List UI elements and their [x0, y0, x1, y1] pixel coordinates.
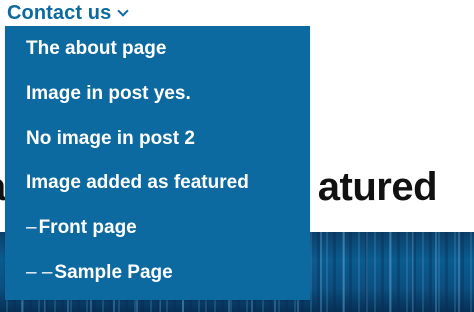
submenu-item-image-added-featured[interactable]: Image added as featured [26, 168, 249, 198]
submenu-item-no-image-in-post[interactable]: No image in post 2 [26, 124, 195, 154]
submenu-item-label: Image added as featured [26, 172, 249, 193]
submenu-item-sample-page[interactable]: – – Sample Page [26, 258, 173, 288]
submenu-item-label: The about page [26, 38, 167, 59]
indent-dash: – [26, 217, 37, 238]
contact-us-label: Contact us [7, 1, 112, 24]
chevron-down-icon [117, 5, 130, 17]
submenu-item-label: No image in post 2 [26, 128, 195, 149]
submenu-dropdown: The about page Image in post yes. No ima… [5, 26, 310, 300]
submenu-item-about-page[interactable]: The about page [26, 34, 166, 64]
indent-dash: – – [26, 262, 53, 283]
submenu-item-front-page[interactable]: – Front page [26, 213, 137, 243]
submenu-item-label: Front page [38, 217, 137, 238]
submenu-item-image-in-post[interactable]: Image in post yes. [26, 79, 191, 109]
submenu-item-label: Image in post yes. [26, 83, 191, 104]
page-heading-right-fragment: atured [317, 165, 438, 209]
submenu-item-label: Sample Page [54, 262, 173, 283]
contact-us-menu-link[interactable]: Contact us [7, 0, 130, 26]
